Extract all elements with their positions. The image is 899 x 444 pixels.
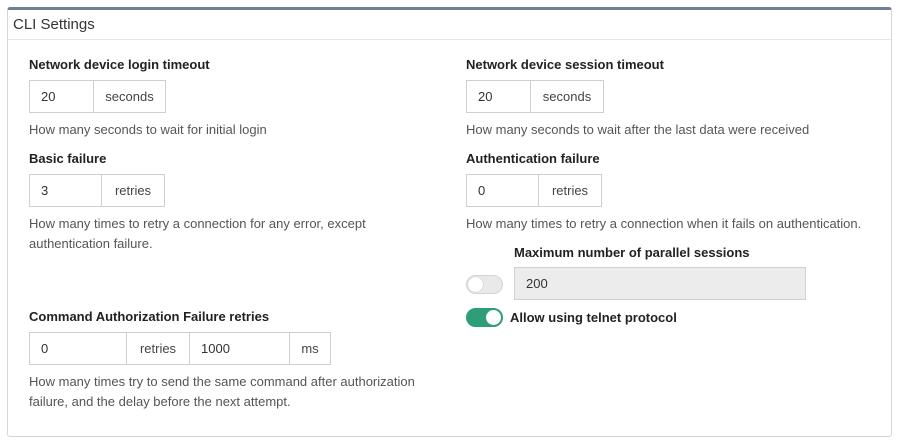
cmd-auth-failure-help: How many times try to send the same comm… [29, 372, 415, 412]
cmd-auth-failure-label: Command Authorization Failure retries [29, 309, 270, 324]
cli-settings-panel: CLI Settings Network device login timeou… [7, 7, 892, 437]
login-timeout-input[interactable]: 20 [29, 80, 94, 113]
toggle-knob [468, 277, 483, 292]
basic-failure-input[interactable]: 3 [29, 174, 102, 207]
cmd-auth-help-line1: How many times try to send the same comm… [29, 374, 415, 389]
cmd-auth-retries-input[interactable]: 0 [29, 332, 127, 365]
login-timeout-label: Network device login timeout [29, 57, 210, 72]
telnet-toggle[interactable] [466, 308, 503, 327]
cmd-auth-retries-unit: retries [126, 332, 190, 365]
cmd-auth-delay-input[interactable]: 1000 [189, 332, 290, 365]
parallel-sessions-input[interactable]: 200 [514, 267, 806, 300]
toggle-knob [486, 310, 501, 325]
basic-failure-unit: retries [101, 174, 165, 207]
panel-header: CLI Settings [8, 10, 891, 40]
parallel-sessions-label: Maximum number of parallel sessions [514, 245, 750, 260]
login-timeout-help: How many seconds to wait for initial log… [29, 122, 267, 137]
auth-failure-help: How many times to retry a connection whe… [466, 216, 862, 231]
panel-title: CLI Settings [13, 16, 95, 33]
cmd-auth-delay-unit: ms [289, 332, 331, 365]
login-timeout-unit: seconds [93, 80, 166, 113]
basic-failure-help: How many times to retry a connection for… [29, 214, 366, 254]
basic-failure-help-line2: authentication failure. [29, 236, 153, 251]
auth-failure-unit: retries [538, 174, 602, 207]
session-timeout-label: Network device session timeout [466, 57, 664, 72]
basic-failure-help-line1: How many times to retry a connection for… [29, 216, 366, 231]
session-timeout-unit: seconds [530, 80, 604, 113]
auth-failure-label: Authentication failure [466, 151, 600, 166]
telnet-label: Allow using telnet protocol [510, 310, 677, 325]
cmd-auth-help-line2: failure, and the delay before the next a… [29, 394, 291, 409]
session-timeout-help: How many seconds to wait after the last … [466, 122, 810, 137]
basic-failure-label: Basic failure [29, 151, 107, 166]
parallel-sessions-toggle[interactable] [466, 275, 503, 294]
auth-failure-input[interactable]: 0 [466, 174, 539, 207]
session-timeout-input[interactable]: 20 [466, 80, 531, 113]
